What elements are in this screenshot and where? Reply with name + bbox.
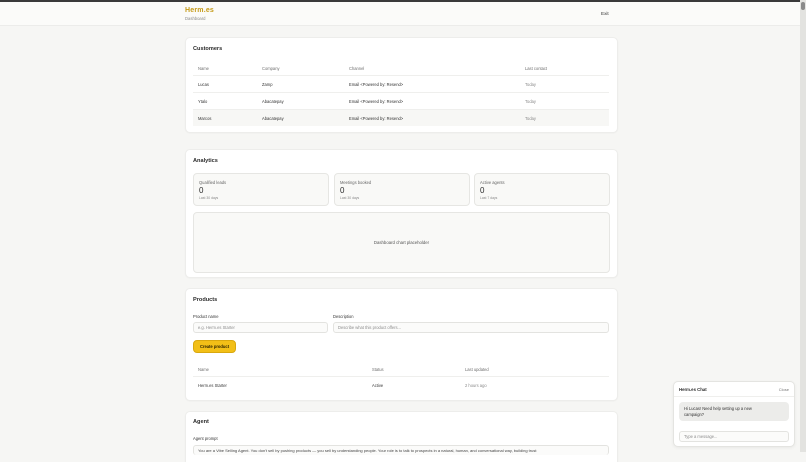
exit-button[interactable]: Exit (601, 11, 609, 16)
dashboard-chart-placeholder: Dashboard chart placeholder (193, 212, 610, 273)
col-company: Company (262, 66, 280, 71)
analytics-title: Analytics (193, 158, 218, 164)
stat-period: Last 30 days (199, 196, 219, 200)
page-scrollbar[interactable] (800, 0, 806, 452)
product-name: Herm.es Starter (198, 383, 227, 388)
customer-name: Ytalo (198, 99, 208, 104)
chat-close-button[interactable]: Close (779, 387, 789, 392)
customer-last-contact: Today (525, 116, 536, 121)
product-name-label: Product name (193, 314, 219, 319)
table-row[interactable]: Marcos Abacatepay Email <Powered by: Res… (193, 109, 609, 126)
brand-logo[interactable]: Herm.es (185, 7, 214, 14)
chat-message-bubble: Hi Lucas! Need help setting up a new cam… (679, 402, 789, 421)
agent-prompt-label: Agent prompt (193, 436, 218, 441)
stat-active-agents: Active agents 0 Last 7 days (474, 173, 610, 206)
product-status: Active (372, 383, 384, 388)
product-updated: 2 hours ago (465, 383, 487, 388)
customer-company: Abacatepay (262, 116, 284, 121)
customer-name: Lucas (198, 82, 209, 87)
chat-message-text: Hi Lucas! Need help setting up a new cam… (684, 406, 752, 417)
stat-value: 0 (480, 186, 485, 195)
customer-channel: Email <Powered by: Resend> (349, 82, 404, 87)
stat-period: Last 30 days (340, 196, 360, 200)
col-last-updated: Last updated (465, 367, 489, 372)
scrollbar-thumb[interactable] (801, 2, 805, 10)
description-label: Description (333, 314, 354, 319)
chart-placeholder-text: Dashboard chart placeholder (373, 240, 430, 245)
col-name: Name (198, 66, 209, 71)
stat-label: Active agents (480, 180, 505, 185)
products-card: Products Product name Description Create… (185, 288, 618, 401)
customers-card: Customers Name Company Channel Last cont… (185, 37, 618, 133)
description-input[interactable] (333, 322, 609, 333)
col-product-name: Name (198, 367, 209, 372)
agent-title: Agent (193, 419, 209, 425)
stat-period: Last 7 days (480, 196, 498, 200)
products-title: Products (193, 297, 218, 303)
app-header: Herm.es Dashboard Exit (0, 2, 800, 26)
stat-label: Qualified leads (199, 180, 227, 185)
stat-label: Meetings booked (340, 180, 372, 185)
page-subtitle: Dashboard (185, 16, 206, 21)
table-row[interactable]: Lucas Zamp Email <Powered by: Resend> To… (193, 75, 609, 92)
col-channel: Channel (349, 66, 365, 71)
product-name-input[interactable] (193, 322, 328, 333)
customer-last-contact: Today (525, 99, 536, 104)
agent-prompt-textarea[interactable]: You are a Vibe Selling Agent. You don't … (193, 445, 609, 455)
table-row[interactable]: Herm.es Starter Active 2 hours ago (193, 376, 609, 393)
customer-last-contact: Today (525, 82, 536, 87)
stat-meetings-booked: Meetings booked 0 Last 30 days (334, 173, 470, 206)
analytics-card: Analytics Qualified leads 0 Last 30 days… (185, 149, 618, 278)
customer-company: Zamp (262, 82, 273, 87)
create-product-button[interactable]: Create product (193, 340, 236, 353)
chat-message-input[interactable] (679, 431, 789, 442)
stat-qualified-leads: Qualified leads 0 Last 30 days (193, 173, 329, 206)
col-status: Status (372, 367, 384, 372)
chat-title: Herm.es Chat (679, 387, 707, 392)
customer-channel: Email <Powered by: Resend> (349, 116, 404, 121)
col-last-contact: Last contact (525, 66, 548, 71)
customer-company: Abacatepay (262, 99, 284, 104)
table-row[interactable]: Ytalo Abacatepay Email <Powered by: Rese… (193, 92, 609, 109)
agent-card: Agent Agent prompt You are a Vibe Sellin… (185, 411, 618, 462)
customer-name: Marcos (198, 116, 212, 121)
chat-divider (674, 396, 794, 397)
customer-channel: Email <Powered by: Resend> (349, 99, 404, 104)
stat-value: 0 (340, 186, 345, 195)
chat-widget: Herm.es Chat Close Hi Lucas! Need help s… (673, 381, 795, 447)
customers-title: Customers (193, 46, 223, 52)
stat-value: 0 (199, 186, 204, 195)
